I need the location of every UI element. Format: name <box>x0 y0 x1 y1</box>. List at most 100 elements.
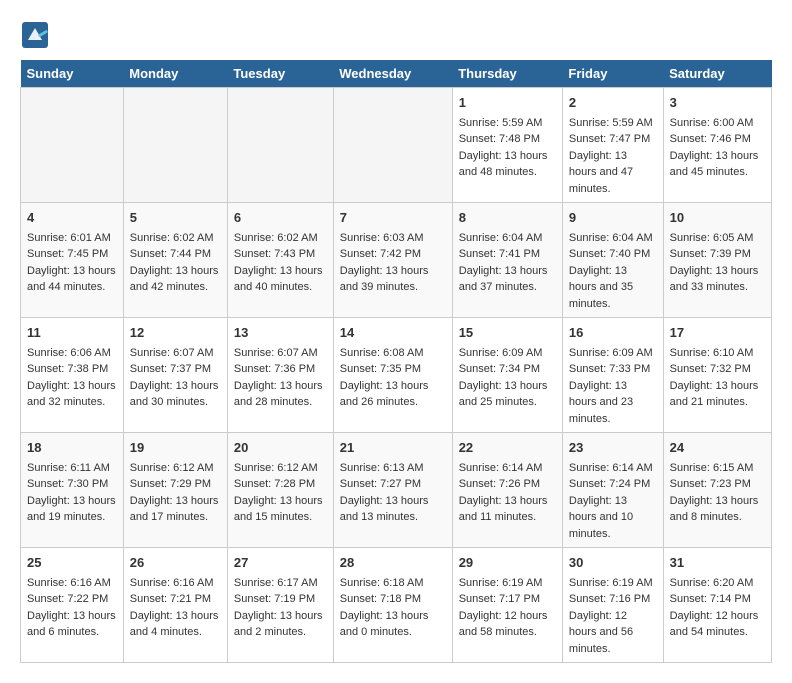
day-info: Daylight: 13 hours and 2 minutes. <box>234 608 327 641</box>
calendar-cell: 27Sunrise: 6:17 AMSunset: 7:19 PMDayligh… <box>227 548 333 663</box>
day-info: Sunset: 7:37 PM <box>130 361 221 378</box>
day-info: Sunrise: 6:19 AM <box>459 575 556 592</box>
calendar-table: SundayMondayTuesdayWednesdayThursdayFrid… <box>20 60 772 663</box>
day-number: 7 <box>340 208 446 228</box>
calendar-cell: 18Sunrise: 6:11 AMSunset: 7:30 PMDayligh… <box>21 433 124 548</box>
day-info: Sunrise: 6:17 AM <box>234 575 327 592</box>
day-info: Daylight: 13 hours and 45 minutes. <box>670 148 765 181</box>
day-info: Daylight: 13 hours and 35 minutes. <box>569 263 657 313</box>
day-number: 2 <box>569 93 657 113</box>
day-info: Sunrise: 6:03 AM <box>340 230 446 247</box>
day-info: Daylight: 13 hours and 44 minutes. <box>27 263 117 296</box>
day-info: Sunrise: 6:08 AM <box>340 345 446 362</box>
week-row-2: 4Sunrise: 6:01 AMSunset: 7:45 PMDaylight… <box>21 203 772 318</box>
day-header-tuesday: Tuesday <box>227 60 333 88</box>
day-info: Sunset: 7:28 PM <box>234 476 327 493</box>
day-number: 27 <box>234 553 327 573</box>
day-info: Sunset: 7:38 PM <box>27 361 117 378</box>
day-info: Daylight: 13 hours and 15 minutes. <box>234 493 327 526</box>
day-info: Sunset: 7:33 PM <box>569 361 657 378</box>
day-info: Daylight: 13 hours and 10 minutes. <box>569 493 657 543</box>
day-number: 1 <box>459 93 556 113</box>
week-row-3: 11Sunrise: 6:06 AMSunset: 7:38 PMDayligh… <box>21 318 772 433</box>
day-info: Sunrise: 6:11 AM <box>27 460 117 477</box>
day-number: 25 <box>27 553 117 573</box>
day-info: Daylight: 12 hours and 56 minutes. <box>569 608 657 658</box>
day-number: 6 <box>234 208 327 228</box>
calendar-cell: 4Sunrise: 6:01 AMSunset: 7:45 PMDaylight… <box>21 203 124 318</box>
day-header-monday: Monday <box>123 60 227 88</box>
day-number: 16 <box>569 323 657 343</box>
day-info: Sunrise: 5:59 AM <box>459 115 556 132</box>
day-info: Daylight: 13 hours and 11 minutes. <box>459 493 556 526</box>
day-info: Sunrise: 6:14 AM <box>569 460 657 477</box>
calendar-cell: 15Sunrise: 6:09 AMSunset: 7:34 PMDayligh… <box>452 318 562 433</box>
calendar-cell <box>123 88 227 203</box>
calendar-cell <box>227 88 333 203</box>
day-number: 8 <box>459 208 556 228</box>
day-info: Daylight: 13 hours and 40 minutes. <box>234 263 327 296</box>
day-info: Sunset: 7:14 PM <box>670 591 765 608</box>
day-info: Daylight: 13 hours and 48 minutes. <box>459 148 556 181</box>
day-info: Daylight: 13 hours and 17 minutes. <box>130 493 221 526</box>
day-info: Sunset: 7:47 PM <box>569 131 657 148</box>
calendar-cell: 14Sunrise: 6:08 AMSunset: 7:35 PMDayligh… <box>333 318 452 433</box>
day-info: Sunset: 7:17 PM <box>459 591 556 608</box>
week-row-5: 25 Sunrise: 6:16 AM Sunset: 7:22 PM Dayligh… <box>21 548 772 663</box>
day-info: Sunrise: 5:59 AM <box>569 115 657 132</box>
calendar-cell: 31Sunrise: 6:20 AMSunset: 7:14 PMDayligh… <box>663 548 771 663</box>
calendar-cell: 6Sunrise: 6:02 AMSunset: 7:43 PMDaylight… <box>227 203 333 318</box>
day-header-thursday: Thursday <box>452 60 562 88</box>
calendar-cell: 19Sunrise: 6:12 AMSunset: 7:29 PMDayligh… <box>123 433 227 548</box>
day-info: Sunrise: 6:20 AM <box>670 575 765 592</box>
calendar-cell: 25Sunrise: 6:16 AMSunset: 7:22 PMDayligh… <box>21 548 124 663</box>
day-info: Daylight: 13 hours and 4 minutes. <box>130 608 221 641</box>
day-info: Sunrise: 6:12 AM <box>234 460 327 477</box>
day-number: 24 <box>670 438 765 458</box>
calendar-cell <box>333 88 452 203</box>
day-info: Sunset: 7:40 PM <box>569 246 657 263</box>
day-info: Sunrise: 6:14 AM <box>459 460 556 477</box>
day-number: 14 <box>340 323 446 343</box>
day-info: Sunset: 7:46 PM <box>670 131 765 148</box>
calendar-cell: 17Sunrise: 6:10 AMSunset: 7:32 PMDayligh… <box>663 318 771 433</box>
day-info: Sunrise: 6:12 AM <box>130 460 221 477</box>
day-number: 13 <box>234 323 327 343</box>
day-number: 21 <box>340 438 446 458</box>
day-info: Daylight: 13 hours and 32 minutes. <box>27 378 117 411</box>
calendar-cell: 23 Sunrise: 6:14 AMSunset: 7:24 PMDayligh… <box>562 433 663 548</box>
day-number: 19 <box>130 438 221 458</box>
calendar-cell: 21Sunrise: 6:13 AMSunset: 7:27 PMDayligh… <box>333 433 452 548</box>
day-info: Sunset: 7:24 PM <box>569 476 657 493</box>
day-info: Sunset: 7:23 PM <box>670 476 765 493</box>
week-row-4: 18Sunrise: 6:11 AMSunset: 7:30 PMDayligh… <box>21 433 772 548</box>
day-info: Sunset: 7:27 PM <box>340 476 446 493</box>
logo <box>20 20 54 50</box>
day-info: Sunrise: 6:16 AM <box>130 575 221 592</box>
calendar-cell: 24Sunrise: 6:15 AMSunset: 7:23 PMDayligh… <box>663 433 771 548</box>
day-info: Daylight: 12 hours and 54 minutes. <box>670 608 765 641</box>
day-info: Sunrise: 6:19 AM <box>569 575 657 592</box>
day-info: Daylight: 13 hours and 28 minutes. <box>234 378 327 411</box>
day-info: Sunrise: 6:04 AM <box>459 230 556 247</box>
day-number: 23 <box>569 438 657 458</box>
day-info: Sunrise: 6:02 AM <box>130 230 221 247</box>
calendar-cell <box>21 88 124 203</box>
day-number: 5 <box>130 208 221 228</box>
day-info: Daylight: 13 hours and 0 minutes. <box>340 608 446 641</box>
calendar-cell: 22Sunrise: 6:14 AMSunset: 7:26 PMDayligh… <box>452 433 562 548</box>
calendar-cell: 28Sunrise: 6:18 AMSunset: 7:18 PMDayligh… <box>333 548 452 663</box>
day-info: Sunset: 7:48 PM <box>459 131 556 148</box>
day-number: 11 <box>27 323 117 343</box>
calendar-cell: 11 Sunrise: 6:06 AMSunset: 7:38 PMDayligh… <box>21 318 124 433</box>
day-info: Sunset: 7:18 PM <box>340 591 446 608</box>
day-info: Sunset: 7:22 PM <box>27 591 117 608</box>
day-info: Daylight: 13 hours and 8 minutes. <box>670 493 765 526</box>
day-info: Sunrise: 6:05 AM <box>670 230 765 247</box>
day-info: Sunrise: 6:06 AM <box>27 345 117 362</box>
day-info: Daylight: 13 hours and 13 minutes. <box>340 493 446 526</box>
calendar-cell: 10Sunrise: 6:05 AMSunset: 7:39 PMDayligh… <box>663 203 771 318</box>
day-number: 26 <box>130 553 221 573</box>
day-header-friday: Friday <box>562 60 663 88</box>
day-header-saturday: Saturday <box>663 60 771 88</box>
